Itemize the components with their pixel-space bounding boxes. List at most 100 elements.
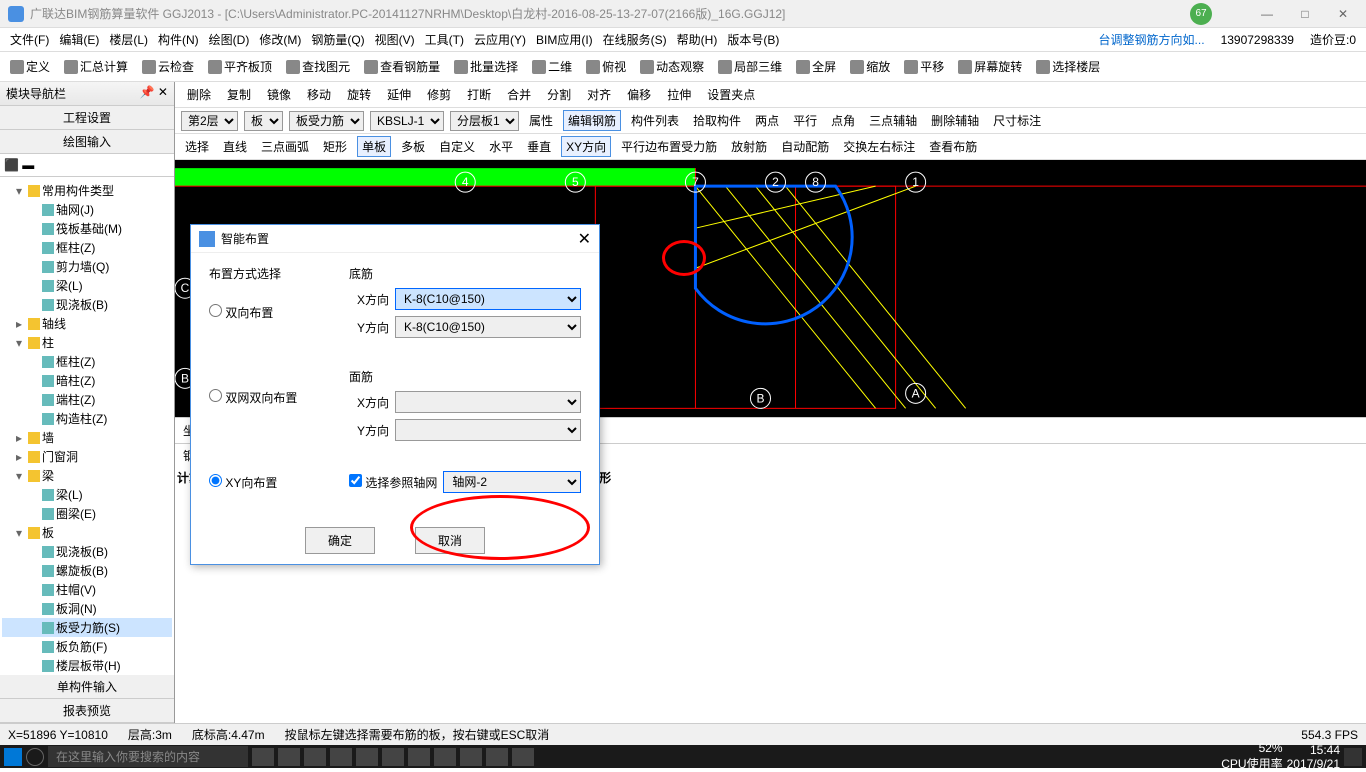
notification-icon[interactable] xyxy=(1344,748,1362,766)
nav-tab-draw[interactable]: 绘图输入 xyxy=(0,130,174,154)
context-select[interactable]: 板 xyxy=(244,111,283,131)
tree-item[interactable]: 构造柱(Z) xyxy=(2,409,172,428)
maximize-button[interactable]: □ xyxy=(1290,7,1320,21)
menu-item[interactable]: 版本号(B) xyxy=(723,29,783,50)
task-icon[interactable] xyxy=(512,748,534,766)
edit-button[interactable]: 合并 xyxy=(501,85,535,104)
nav-tab-settings[interactable]: 工程设置 xyxy=(0,106,174,130)
draw-button[interactable]: 单板 xyxy=(357,136,391,157)
nav-bottom-1[interactable]: 单构件输入 xyxy=(0,675,174,699)
toolbar-button[interactable]: 局部三维 xyxy=(714,56,786,77)
task-icon[interactable] xyxy=(252,748,274,766)
edit-button[interactable]: 偏移 xyxy=(621,85,655,104)
ok-button[interactable]: 确定 xyxy=(305,527,375,554)
cancel-button[interactable]: 取消 xyxy=(415,527,485,554)
draw-button[interactable]: 交换左右标注 xyxy=(839,137,919,156)
select-button[interactable]: 选择 xyxy=(181,137,213,156)
task-icon[interactable] xyxy=(304,748,326,766)
toolbar-button[interactable]: 缩放 xyxy=(846,56,894,77)
menu-item[interactable]: 构件(N) xyxy=(154,29,203,50)
axis-select[interactable]: 轴网-2 xyxy=(443,471,581,493)
menu-item[interactable]: 楼层(L) xyxy=(105,29,152,50)
task-icon[interactable] xyxy=(460,748,482,766)
context-button[interactable]: 属性 xyxy=(525,111,557,130)
tree-item[interactable]: 框柱(Z) xyxy=(2,238,172,257)
tree-item[interactable]: 暗柱(Z) xyxy=(2,371,172,390)
draw-button[interactable]: 多板 xyxy=(397,137,429,156)
menu-item[interactable]: 云应用(Y) xyxy=(470,29,530,50)
minimize-button[interactable]: — xyxy=(1252,7,1282,21)
toolbar-button[interactable]: 选择楼层 xyxy=(1032,56,1104,77)
toolbar-button[interactable]: 全屏 xyxy=(792,56,840,77)
tree-item[interactable]: 板受力筋(S) xyxy=(2,618,172,637)
context-select[interactable]: KBSLJ-1 xyxy=(370,111,444,131)
edit-button[interactable]: 旋转 xyxy=(341,85,375,104)
notification-badge[interactable]: 67 xyxy=(1190,3,1212,25)
draw-button[interactable]: 直线 xyxy=(219,137,251,156)
toolbar-button[interactable]: 定义 xyxy=(6,56,54,77)
tree-item[interactable]: 剪力墙(Q) xyxy=(2,257,172,276)
nav-bottom-2[interactable]: 报表预览 xyxy=(0,699,174,723)
tree-item[interactable]: 现浇板(B) xyxy=(2,542,172,561)
task-icon[interactable] xyxy=(382,748,404,766)
dialog-close-button[interactable]: ✕ xyxy=(578,229,591,249)
task-icon[interactable] xyxy=(330,748,352,766)
tree-icon-2[interactable]: ▬ xyxy=(22,158,34,172)
draw-button[interactable]: 自定义 xyxy=(435,137,479,156)
toolbar-button[interactable]: 动态观察 xyxy=(636,56,708,77)
taskbar-search[interactable]: 在这里输入你要搜索的内容 xyxy=(48,746,248,767)
context-button[interactable]: 三点辅轴 xyxy=(865,111,921,130)
menu-item[interactable]: 文件(F) xyxy=(6,29,53,50)
context-button[interactable]: 拾取构件 xyxy=(689,111,745,130)
nav-pin-icon[interactable]: 📌 ✕ xyxy=(140,85,168,102)
edit-button[interactable]: 复制 xyxy=(221,85,255,104)
draw-button[interactable]: 水平 xyxy=(485,137,517,156)
tree-item[interactable]: ▾ 梁 xyxy=(2,466,172,485)
toolbar-button[interactable]: 查找图元 xyxy=(282,56,354,77)
task-icon[interactable] xyxy=(434,748,456,766)
menu-item[interactable]: 修改(M) xyxy=(255,29,305,50)
close-button[interactable]: ✕ xyxy=(1328,7,1358,21)
context-button[interactable]: 编辑钢筋 xyxy=(563,110,621,131)
menu-item[interactable]: 钢筋量(Q) xyxy=(307,29,368,50)
xdir-top-select[interactable] xyxy=(395,391,581,413)
toolbar-button[interactable]: 屏幕旋转 xyxy=(954,56,1026,77)
tree-item[interactable]: ▸ 墙 xyxy=(2,428,172,447)
start-button[interactable] xyxy=(4,748,22,766)
context-select[interactable]: 分层板1 xyxy=(450,111,519,131)
ydir-bottom-select[interactable]: K-8(C10@150) xyxy=(395,316,581,338)
axis-ref-checkbox[interactable]: 选择参照轴网 xyxy=(349,474,437,491)
edit-button[interactable]: 拉伸 xyxy=(661,85,695,104)
tree-item[interactable]: 轴网(J) xyxy=(2,200,172,219)
radio-double-net[interactable]: 双网双向布置 xyxy=(209,391,297,405)
radio-xy[interactable]: XY向布置 xyxy=(209,476,277,490)
draw-button[interactable]: 三点画弧 xyxy=(257,137,313,156)
context-button[interactable]: 点角 xyxy=(827,111,859,130)
task-icon[interactable] xyxy=(356,748,378,766)
context-button[interactable]: 两点 xyxy=(751,111,783,130)
draw-button[interactable]: XY方向 xyxy=(561,136,611,157)
edit-button[interactable]: 删除 xyxy=(181,85,215,104)
tree-item[interactable]: 梁(L) xyxy=(2,276,172,295)
tree-item[interactable]: 板负筋(F) xyxy=(2,637,172,656)
ydir-top-select[interactable] xyxy=(395,419,581,441)
edit-button[interactable]: 镜像 xyxy=(261,85,295,104)
draw-button[interactable]: 放射筋 xyxy=(727,137,771,156)
tree-item[interactable]: 楼层板带(H) xyxy=(2,656,172,675)
draw-button[interactable]: 平行边布置受力筋 xyxy=(617,137,721,156)
tree-item[interactable]: 筏板基础(M) xyxy=(2,219,172,238)
edit-button[interactable]: 打断 xyxy=(461,85,495,104)
menu-item[interactable]: 工具(T) xyxy=(421,29,468,50)
toolbar-button[interactable]: 汇总计算 xyxy=(60,56,132,77)
toolbar-button[interactable]: 云检查 xyxy=(138,56,198,77)
edit-button[interactable]: 修剪 xyxy=(421,85,455,104)
context-button[interactable]: 删除辅轴 xyxy=(927,111,983,130)
tree-item[interactable]: 柱帽(V) xyxy=(2,580,172,599)
tree-item[interactable]: ▸ 门窗洞 xyxy=(2,447,172,466)
tree-item[interactable]: 梁(L) xyxy=(2,485,172,504)
draw-button[interactable]: 垂直 xyxy=(523,137,555,156)
toolbar-button[interactable]: 二维 xyxy=(528,56,576,77)
edit-button[interactable]: 设置夹点 xyxy=(701,85,759,104)
edit-button[interactable]: 分割 xyxy=(541,85,575,104)
menu-item[interactable]: 视图(V) xyxy=(371,29,419,50)
